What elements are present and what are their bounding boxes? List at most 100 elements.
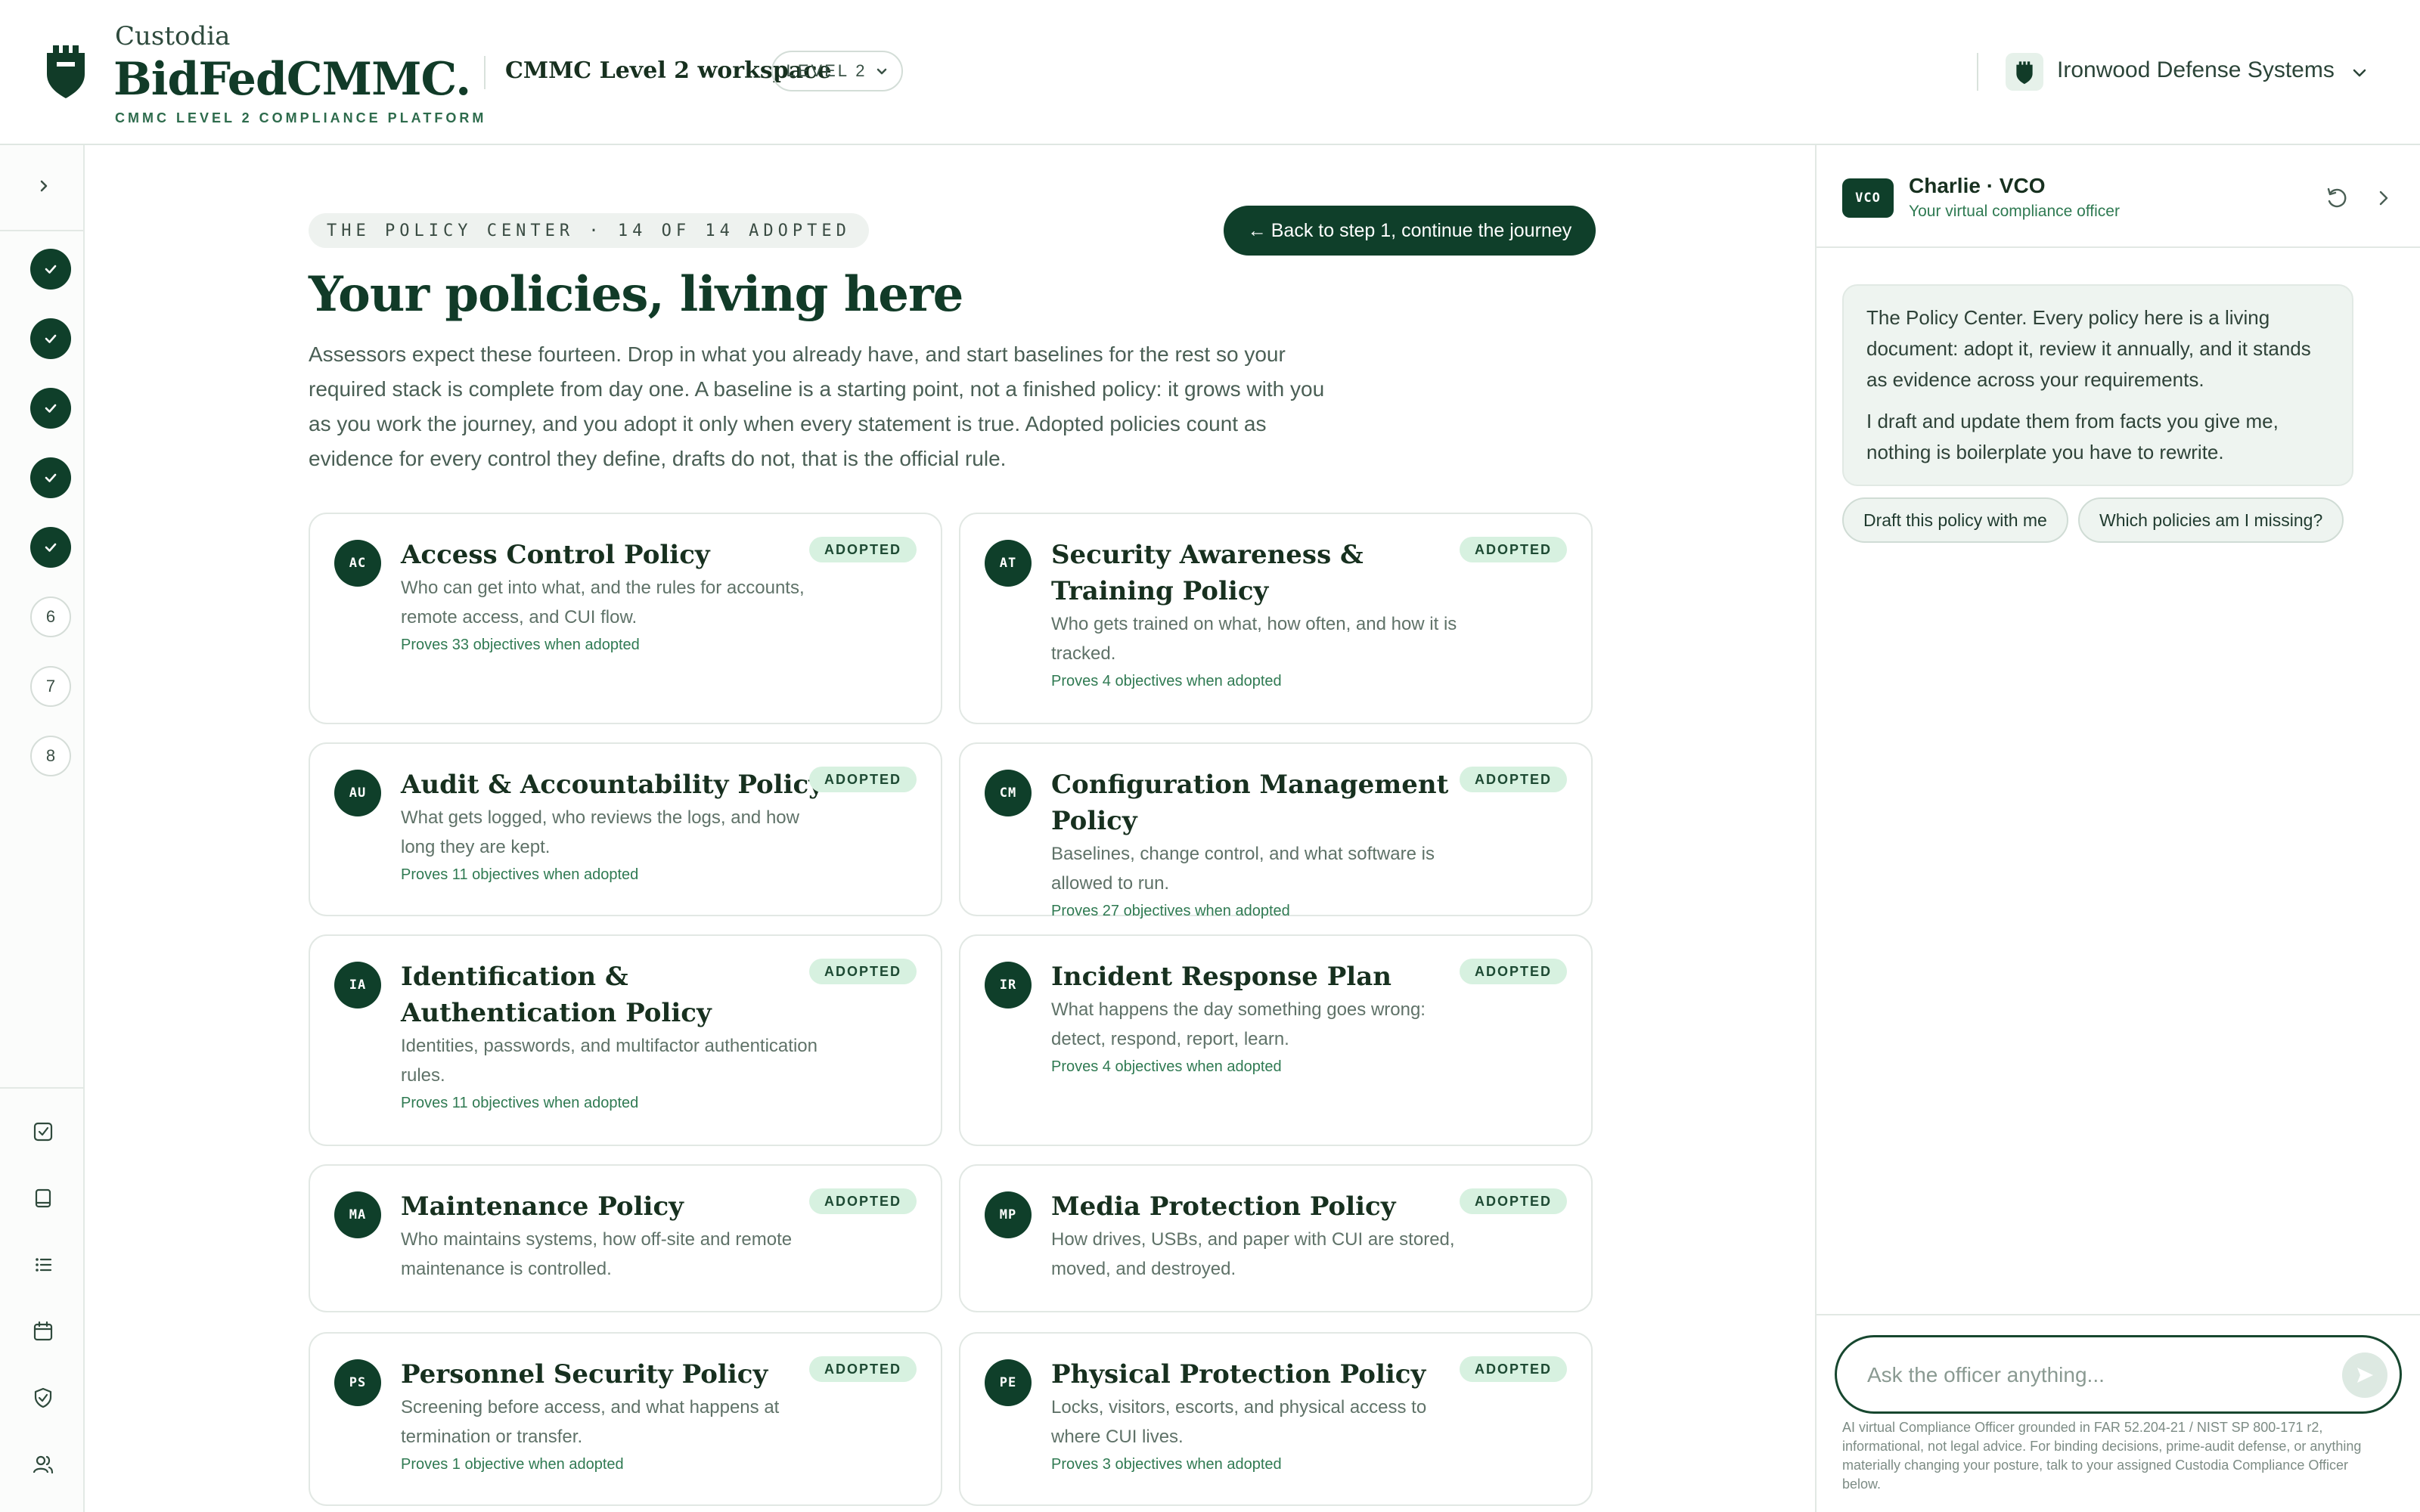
officer-avatar: VCO: [1842, 178, 1894, 218]
journey-step-5[interactable]: [30, 527, 71, 568]
ask-officer-input[interactable]: [1867, 1354, 2321, 1396]
page-title: Your policies, living here: [309, 266, 963, 323]
level-selector[interactable]: LEVEL 2: [771, 51, 903, 91]
policy-code-badge: IR: [985, 962, 1032, 1009]
policy-card-ps[interactable]: PS Personnel Security Policy Screening bef…: [309, 1332, 942, 1506]
policy-card-ir[interactable]: IR Incident Response Plan What happens the…: [959, 934, 1593, 1146]
policy-card-ma[interactable]: MA Maintenance Policy Who maintains system…: [309, 1164, 942, 1312]
brand-company: Custodia: [115, 21, 231, 51]
policy-description: Who can get into what, and the rules for…: [401, 578, 805, 627]
header-divider: [484, 56, 486, 89]
journey-step-2[interactable]: [30, 318, 71, 359]
back-button-label: Back to step 1, continue the journey: [1270, 219, 1572, 241]
suggestion-chip-missing-policies[interactable]: Which policies am I missing?: [2078, 497, 2344, 543]
policy-code-badge: AC: [334, 540, 381, 587]
status-badge: ADOPTED: [808, 1188, 917, 1214]
officer-header: VCO Charlie · VCO Your virtual complianc…: [1817, 145, 2420, 248]
chevron-down-icon: [876, 68, 886, 75]
journey-step-7[interactable]: 7: [30, 666, 71, 707]
arrow-left-icon: ←: [1247, 219, 1267, 241]
policy-code-badge: AT: [985, 540, 1032, 587]
journey-step-8[interactable]: 8: [30, 736, 71, 776]
officer-name: Charlie · VCO: [1909, 174, 2046, 197]
shield-check-icon[interactable]: [27, 1382, 59, 1414]
policy-title: Security Awareness & Training Policy: [1051, 540, 1364, 606]
policy-card-at[interactable]: AT Security Awareness & Training Policy Wh…: [959, 513, 1593, 724]
policy-objective-count: Proves 11 objectives when adopted: [401, 866, 639, 883]
rail-expand-button[interactable]: [30, 172, 57, 200]
org-switcher-name[interactable]: Ironwood Defense Systems: [2057, 57, 2335, 83]
policy-title: Audit & Accountability Policy: [401, 770, 824, 800]
policy-title: Personnel Security Policy: [401, 1359, 768, 1390]
reset-conversation-icon[interactable]: [2323, 184, 2350, 212]
policy-center-main: THE POLICY CENTER · 14 OF 14 ADOPTED ← B…: [85, 145, 1815, 1512]
header-divider: [1977, 53, 1978, 91]
journey-rail: 6 7 8: [0, 145, 85, 1512]
users-icon[interactable]: [27, 1448, 59, 1480]
ask-officer-box: [1835, 1335, 2402, 1414]
policy-card-au[interactable]: AU Audit & Accountability Policy What gets…: [309, 742, 942, 916]
send-icon: [2357, 1368, 2373, 1383]
officer-role: Your virtual compliance officer: [1909, 203, 2120, 220]
policy-objective-count: Proves 1 objective when adopted: [401, 1456, 624, 1473]
org-avatar[interactable]: [2006, 53, 2043, 91]
back-to-journey-button[interactable]: ← Back to step 1, continue the journey: [1224, 206, 1596, 256]
checklist-icon[interactable]: [27, 1116, 59, 1148]
status-badge: ADOPTED: [1459, 1188, 1567, 1214]
policy-title: Configuration Management Policy: [1051, 770, 1449, 836]
chevron-down-icon[interactable]: [2349, 62, 2370, 83]
policy-card-ac[interactable]: AC Access Control Policy Who can get into …: [309, 513, 942, 724]
journey-step-1[interactable]: [30, 249, 71, 290]
officer-disclaimer: AI virtual Compliance Officer grounded i…: [1842, 1420, 2362, 1492]
policy-code-badge: CM: [985, 770, 1032, 816]
policy-card-pe[interactable]: PE Physical Protection Policy Locks, visit…: [959, 1332, 1593, 1506]
status-badge: ADOPTED: [808, 959, 917, 984]
status-badge: ADOPTED: [1459, 959, 1567, 984]
suggestion-chip-draft-policy[interactable]: Draft this policy with me: [1842, 497, 2068, 543]
policy-objective-count: Proves 3 objectives when adopted: [1051, 1456, 1282, 1473]
policy-description: Who gets trained on what, how often, and…: [1051, 614, 1457, 664]
policy-objective-count: Proves 33 objectives when adopted: [401, 637, 640, 653]
chevron-right-icon[interactable]: [2370, 184, 2397, 212]
policy-objective-count: Proves 27 objectives when adopted: [1051, 903, 1290, 919]
check-icon: [45, 334, 57, 343]
policy-card-cm[interactable]: CM Configuration Management Policy Baselin…: [959, 742, 1593, 919]
status-badge: ADOPTED: [1459, 1356, 1567, 1382]
policy-objective-count: Proves 4 objectives when adopted: [1051, 1058, 1282, 1075]
policy-description: What gets logged, who reviews the logs, …: [401, 807, 799, 857]
policy-title: Media Protection Policy: [1051, 1191, 1396, 1222]
policy-code-badge: MA: [334, 1191, 381, 1238]
policy-objective-count: Proves 11 objectives when adopted: [401, 1095, 639, 1111]
shield-logo-icon: [2016, 61, 2033, 85]
policy-objective-count: Proves 4 objectives when adopted: [1051, 673, 1282, 689]
check-icon: [45, 404, 57, 413]
journey-step-3[interactable]: [30, 388, 71, 429]
policy-description: Identities, passwords, and multifactor a…: [401, 1036, 818, 1086]
status-badge: ADOPTED: [1459, 767, 1567, 792]
rail-divider: [0, 1087, 83, 1089]
policy-description: How drives, USBs, and paper with CUI are…: [1051, 1229, 1455, 1279]
policy-code-badge: IA: [334, 962, 381, 1009]
policy-title: Maintenance Policy: [401, 1191, 684, 1222]
policy-description: What happens the day something goes wron…: [1051, 999, 1426, 1049]
check-icon: [45, 265, 57, 274]
policy-description: Screening before access, and what happen…: [401, 1397, 780, 1447]
policy-card-ia[interactable]: IA Identification & Authentication Policy…: [309, 934, 942, 1146]
chat-divider: [1817, 1314, 2420, 1315]
status-badge: ADOPTED: [1459, 537, 1567, 562]
status-badge: ADOPTED: [808, 537, 917, 562]
journey-step-4[interactable]: [30, 457, 71, 498]
page-intro: Assessors expect these fourteen. Drop in…: [309, 342, 1325, 470]
level-label: LEVEL 2: [786, 61, 867, 80]
rail-divider: [0, 230, 83, 231]
status-badge: ADOPTED: [808, 767, 917, 792]
policy-description: Baselines, change control, and what soft…: [1051, 844, 1435, 894]
check-icon: [45, 473, 57, 482]
send-button[interactable]: [2342, 1352, 2387, 1398]
list-icon[interactable]: [27, 1249, 59, 1281]
policy-card-mp[interactable]: MP Media Protection Policy How drives, USB…: [959, 1164, 1593, 1312]
journey-step-6[interactable]: 6: [30, 596, 71, 637]
step-number: 7: [45, 677, 56, 696]
calendar-icon[interactable]: [27, 1315, 59, 1347]
book-icon[interactable]: [27, 1182, 59, 1214]
